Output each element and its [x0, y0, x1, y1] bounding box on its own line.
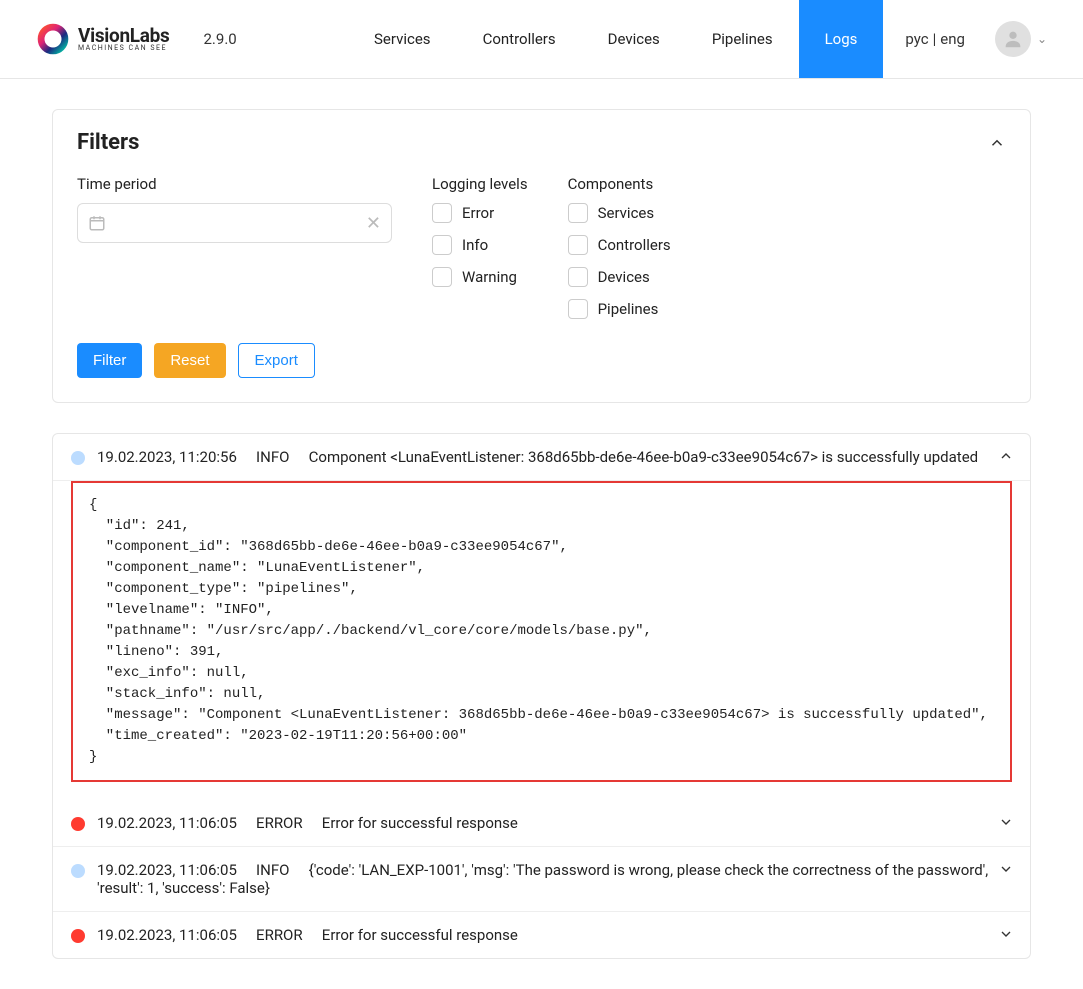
log-row[interactable]: 19.02.2023, 11:20:56 INFO Component <Lun…: [53, 434, 1030, 481]
lang-en[interactable]: eng: [936, 30, 969, 48]
time-period-input[interactable]: ✕: [77, 203, 392, 243]
user-menu[interactable]: ⌄: [987, 21, 1047, 57]
log-timestamp: 19.02.2023, 11:06:05: [97, 861, 237, 879]
chevron-up-icon[interactable]: [998, 448, 1014, 464]
nav-services[interactable]: Services: [348, 0, 457, 78]
log-timestamp: 19.02.2023, 11:06:05: [97, 926, 237, 944]
nav-logs[interactable]: Logs: [799, 0, 884, 78]
avatar-icon: [995, 21, 1031, 57]
chevron-down-icon[interactable]: [998, 861, 1014, 877]
logo[interactable]: VisionLabs MACHINES CAN SEE: [36, 22, 170, 56]
chevron-down-icon[interactable]: [998, 926, 1014, 942]
version-label: 2.9.0: [204, 30, 237, 48]
log-message: Error for successful response: [322, 814, 518, 832]
nav-devices[interactable]: Devices: [582, 0, 686, 78]
status-dot-error: [71, 929, 85, 943]
check-controllers[interactable]: Controllers: [568, 235, 671, 255]
chevron-down-icon: ⌄: [1037, 32, 1047, 46]
log-row[interactable]: 19.02.2023, 11:06:05 ERROR Error for suc…: [53, 800, 1030, 847]
check-services[interactable]: Services: [568, 203, 671, 223]
log-level: ERROR: [256, 814, 303, 832]
log-message: Error for successful response: [322, 926, 518, 944]
log-level: INFO: [256, 448, 289, 466]
log-timestamp: 19.02.2023, 11:06:05: [97, 814, 237, 832]
check-pipelines[interactable]: Pipelines: [568, 299, 671, 319]
log-level: INFO: [256, 861, 289, 879]
log-detail-json: { "id": 241, "component_id": "368d65bb-d…: [71, 481, 1012, 782]
logs-list: 19.02.2023, 11:20:56 INFO Component <Lun…: [52, 433, 1031, 959]
filters-title: Filters: [77, 130, 139, 155]
logging-levels-label: Logging levels: [432, 175, 528, 193]
filters-panel: Filters Time period ✕ Logging levels Err…: [52, 109, 1031, 403]
logo-icon: [36, 22, 70, 56]
time-period-label: Time period: [77, 175, 392, 193]
brand-name: VisionLabs: [78, 26, 170, 45]
reset-button[interactable]: Reset: [154, 343, 225, 378]
brand-tagline: MACHINES CAN SEE: [78, 45, 170, 52]
filter-button[interactable]: Filter: [77, 343, 142, 378]
status-dot-info: [71, 451, 85, 465]
nav-pipelines[interactable]: Pipelines: [686, 0, 799, 78]
check-info[interactable]: Info: [432, 235, 528, 255]
status-dot-info: [71, 864, 85, 878]
lang-ru[interactable]: рус: [901, 30, 932, 48]
log-row[interactable]: 19.02.2023, 11:06:05 INFO {'code': 'LAN_…: [53, 847, 1030, 912]
check-error[interactable]: Error: [432, 203, 528, 223]
nav-controllers[interactable]: Controllers: [457, 0, 582, 78]
export-button[interactable]: Export: [238, 343, 315, 378]
collapse-icon[interactable]: [988, 134, 1006, 152]
top-bar: VisionLabs MACHINES CAN SEE 2.9.0 Servic…: [0, 0, 1083, 79]
log-level: ERROR: [256, 926, 303, 944]
calendar-icon: [88, 214, 106, 232]
status-dot-error: [71, 817, 85, 831]
check-warning[interactable]: Warning: [432, 267, 528, 287]
log-row[interactable]: 19.02.2023, 11:06:05 ERROR Error for suc…: [53, 912, 1030, 958]
language-switch[interactable]: рус|eng: [883, 30, 987, 48]
chevron-down-icon[interactable]: [998, 814, 1014, 830]
check-devices[interactable]: Devices: [568, 267, 671, 287]
components-label: Components: [568, 175, 671, 193]
main-nav: Services Controllers Devices Pipelines L…: [348, 0, 883, 78]
clear-icon[interactable]: ✕: [366, 213, 381, 234]
log-timestamp: 19.02.2023, 11:20:56: [97, 448, 237, 466]
log-message: Component <LunaEventListener: 368d65bb-d…: [309, 448, 979, 466]
